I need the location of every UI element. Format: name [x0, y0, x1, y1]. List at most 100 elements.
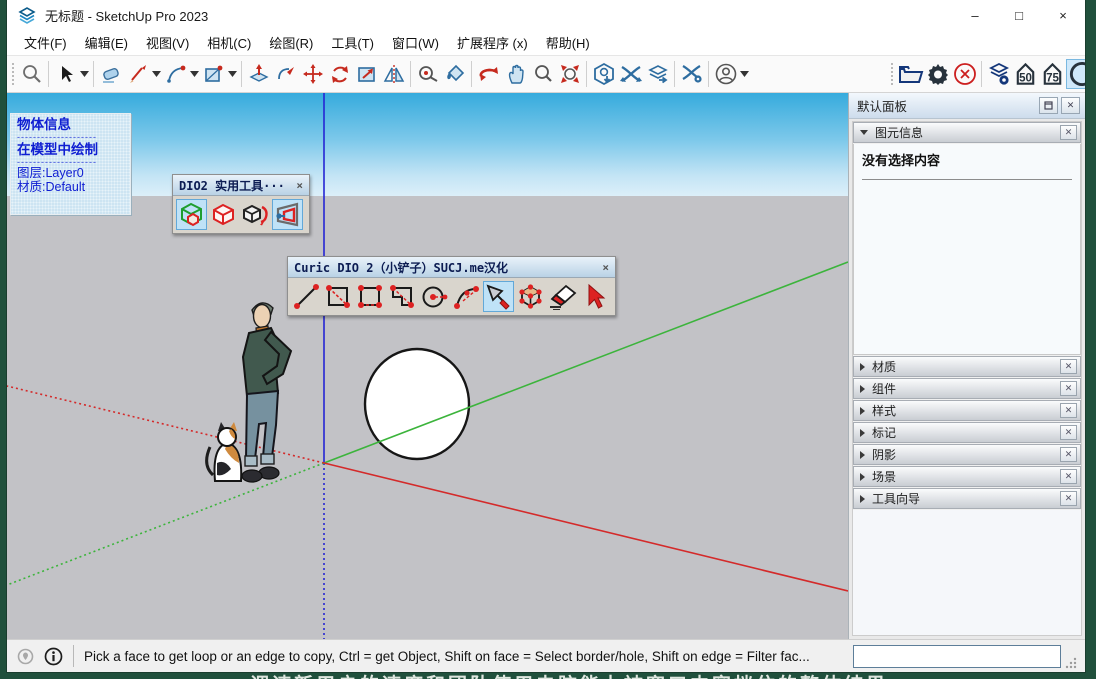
curic-dio2-toolbar: Curic DIO 2（小铲子）SUCJ.me汉化 ×: [287, 256, 616, 316]
pencil-dropdown-icon[interactable]: [151, 60, 162, 88]
section-close-icon[interactable]: ✕: [1060, 469, 1077, 484]
account-icon[interactable]: [712, 60, 739, 88]
select-dropdown-icon[interactable]: [79, 60, 90, 88]
layers-export-icon[interactable]: [644, 60, 671, 88]
rect-points-icon[interactable]: [355, 281, 386, 312]
section-shadows[interactable]: 阴影 ✕: [853, 444, 1081, 465]
section-close-icon[interactable]: ✕: [1060, 491, 1077, 506]
rectangle-dropdown-icon[interactable]: [227, 60, 238, 88]
svg-text:75: 75: [1046, 73, 1059, 85]
minimize-button[interactable]: –: [953, 0, 997, 30]
rectangle-icon[interactable]: [200, 60, 227, 88]
account-dropdown-icon[interactable]: [739, 60, 750, 88]
zoom-window-icon[interactable]: [18, 60, 45, 88]
model-viewport[interactable]: 物体信息 -------------------- 在模型中绘制 -------…: [7, 93, 848, 639]
extension-download-icon[interactable]: [590, 60, 617, 88]
paint-bucket-icon[interactable]: [441, 60, 468, 88]
cube-red-icon[interactable]: [208, 199, 239, 230]
zoom-extents-icon[interactable]: [556, 60, 583, 88]
menu-tools[interactable]: 工具(T): [322, 30, 383, 55]
info-material: 材质:Default: [17, 181, 124, 195]
menu-extensions[interactable]: 扩展程序 (x): [448, 30, 537, 55]
rect-diagonal-icon[interactable]: [323, 281, 354, 312]
push-pull-icon[interactable]: [245, 60, 272, 88]
geolocation-icon[interactable]: [15, 646, 35, 666]
drawing-axes: [7, 93, 848, 639]
section-close-icon[interactable]: ✕: [1060, 125, 1077, 140]
close-button[interactable]: ×: [1041, 0, 1085, 30]
folder-icon[interactable]: [897, 60, 924, 88]
measurement-input[interactable]: [853, 645, 1061, 668]
dio2-close-icon[interactable]: ×: [294, 179, 305, 192]
menu-camera[interactable]: 相机(C): [198, 30, 260, 55]
panel-pin-icon[interactable]: [1039, 97, 1058, 114]
section-close-icon[interactable]: ✕: [1060, 359, 1077, 374]
menu-view[interactable]: 视图(V): [137, 30, 198, 55]
arc-3pt-icon[interactable]: [451, 281, 482, 312]
cube-green-red-icon[interactable]: [176, 199, 207, 230]
cube-vertices-icon[interactable]: [515, 281, 546, 312]
eraser-icon[interactable]: [97, 60, 124, 88]
info-icon[interactable]: [43, 646, 63, 666]
curic-close-icon[interactable]: ×: [600, 261, 611, 274]
resize-grip[interactable]: [1065, 657, 1077, 669]
scale-figure[interactable]: [205, 297, 325, 487]
maximize-button[interactable]: □: [997, 0, 1041, 30]
flip-icon[interactable]: [380, 60, 407, 88]
scale-icon[interactable]: [353, 60, 380, 88]
section-materials[interactable]: 材质 ✕: [853, 356, 1081, 377]
intersect-icon[interactable]: [617, 60, 644, 88]
cube-unwrap-icon[interactable]: [240, 199, 271, 230]
section-tags[interactable]: 标记 ✕: [853, 422, 1081, 443]
section-components[interactable]: 组件 ✕: [853, 378, 1081, 399]
menu-draw[interactable]: 绘图(R): [260, 30, 322, 55]
menu-edit[interactable]: 编辑(E): [76, 30, 137, 55]
move-icon[interactable]: [299, 60, 326, 88]
curic-toolbar-titlebar[interactable]: Curic DIO 2（小铲子）SUCJ.me汉化 ×: [288, 257, 615, 278]
menu-file[interactable]: 文件(F): [15, 30, 76, 55]
arc-dropdown-icon[interactable]: [189, 60, 200, 88]
zoom-icon[interactable]: [529, 60, 556, 88]
follow-me-icon[interactable]: [272, 60, 299, 88]
arrow-50-icon[interactable]: 50: [1012, 60, 1039, 88]
cancel-red-icon[interactable]: [951, 60, 978, 88]
layers-eye-icon[interactable]: [985, 60, 1012, 88]
menu-help[interactable]: 帮助(H): [537, 30, 599, 55]
chevron-right-icon: [860, 385, 865, 393]
two-point-arc-icon[interactable]: [162, 60, 189, 88]
chevron-right-icon: [860, 407, 865, 415]
settings-gear-icon[interactable]: [924, 60, 951, 88]
orbit-icon[interactable]: [475, 60, 502, 88]
select-arrow-icon[interactable]: [52, 60, 79, 88]
panel-tray: 图元信息 ✕ 没有选择内容 材质 ✕ 组件 ✕: [852, 121, 1082, 636]
c-tool-highlighted-icon[interactable]: [1066, 59, 1085, 89]
panel-close-icon[interactable]: ✕: [1061, 97, 1080, 114]
pencil-line-icon[interactable]: [124, 60, 151, 88]
polyline-shape-icon[interactable]: [387, 281, 418, 312]
tape-measure-icon[interactable]: [414, 60, 441, 88]
section-close-icon[interactable]: ✕: [1060, 425, 1077, 440]
section-styles[interactable]: 样式 ✕: [853, 400, 1081, 421]
section-entity-info[interactable]: 图元信息 ✕: [853, 122, 1081, 143]
toolbar-grip-right[interactable]: [890, 62, 895, 86]
section-label: 场景: [872, 468, 896, 485]
section-close-icon[interactable]: ✕: [1060, 447, 1077, 462]
circle-center-icon[interactable]: [419, 281, 450, 312]
section-scenes[interactable]: 场景 ✕: [853, 466, 1081, 487]
line-2pt-icon[interactable]: [291, 281, 322, 312]
toolbar-grip[interactable]: [11, 62, 16, 86]
window-title: 无标题 - SketchUp Pro 2023: [45, 6, 208, 25]
extension-settings-icon[interactable]: [678, 60, 705, 88]
door-swing-icon[interactable]: [272, 199, 303, 230]
section-instructor[interactable]: 工具向导 ✕: [853, 488, 1081, 509]
section-close-icon[interactable]: ✕: [1060, 381, 1077, 396]
menu-window[interactable]: 窗口(W): [383, 30, 448, 55]
rotate-icon[interactable]: [326, 60, 353, 88]
arrow-75-icon[interactable]: 75: [1039, 60, 1066, 88]
pan-icon[interactable]: [502, 60, 529, 88]
eraser-red-icon[interactable]: [547, 281, 578, 312]
dio2-toolbar-titlebar[interactable]: DIO2 实用工具··· ×: [173, 175, 309, 196]
select-red-arrow-icon[interactable]: [579, 281, 610, 312]
section-close-icon[interactable]: ✕: [1060, 403, 1077, 418]
trowel-selected-icon[interactable]: [483, 281, 514, 312]
